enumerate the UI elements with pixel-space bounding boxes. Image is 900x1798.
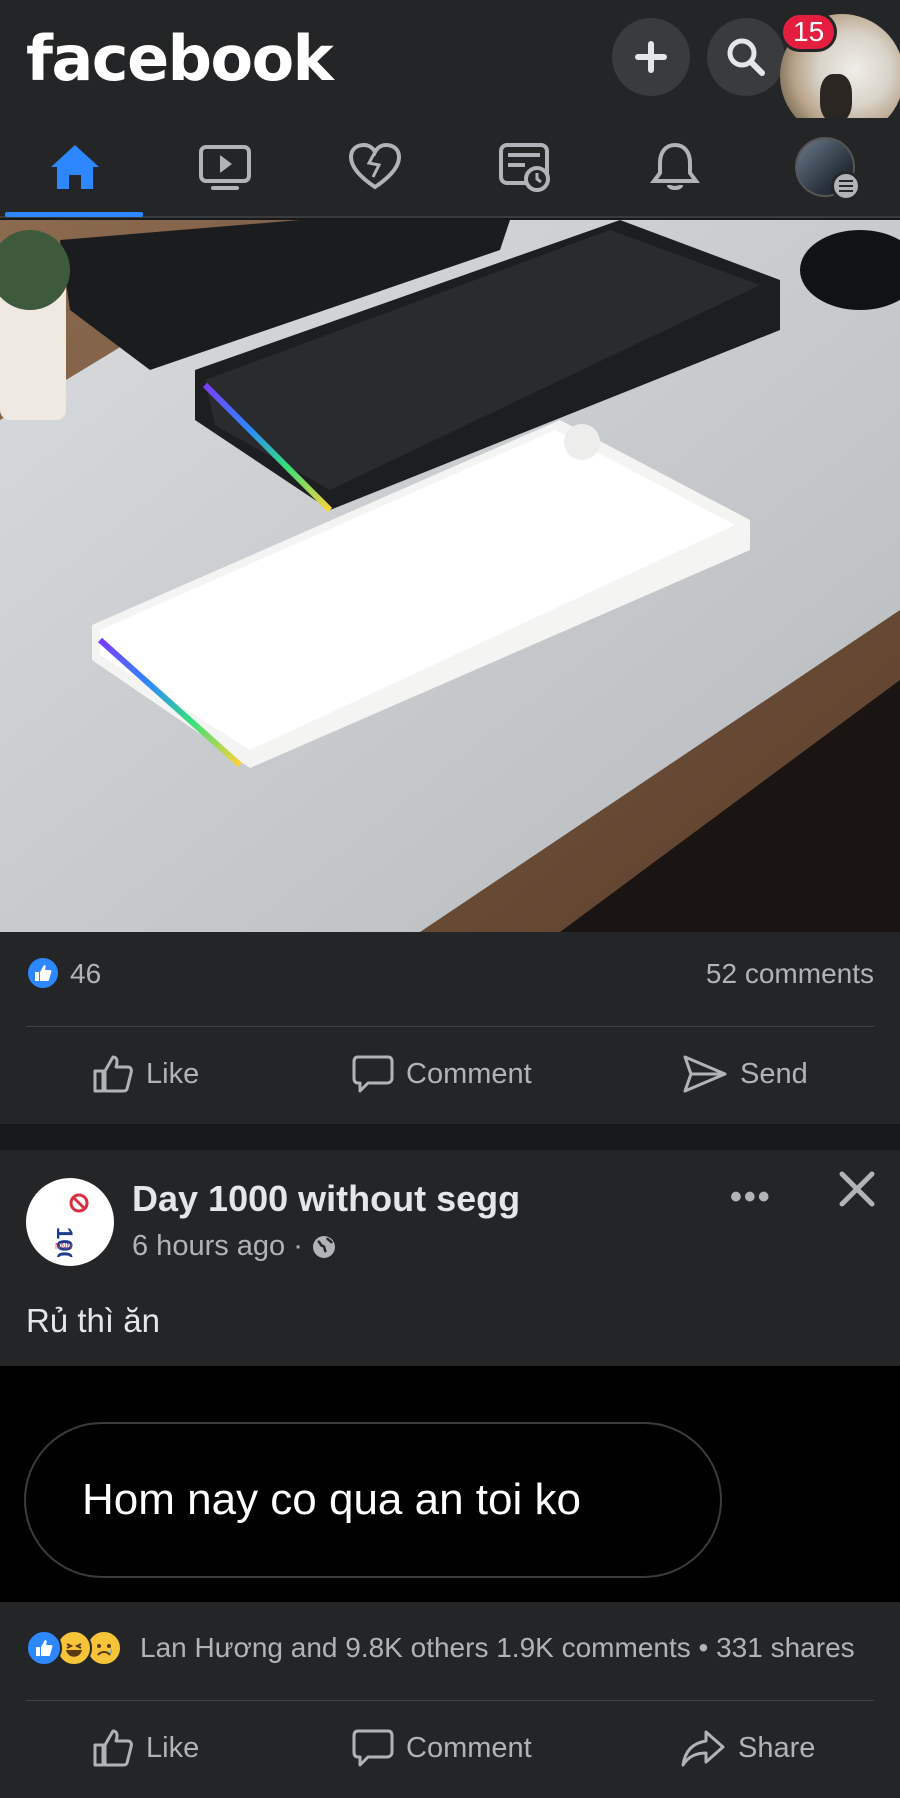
send-button[interactable]: Send bbox=[682, 1054, 808, 1094]
comment-label: Comment bbox=[406, 1057, 532, 1090]
reaction-icons[interactable] bbox=[26, 1630, 122, 1666]
active-tab-indicator bbox=[5, 212, 143, 217]
post-meta: 6 hours ago · bbox=[132, 1230, 337, 1263]
menu-avatar bbox=[795, 137, 861, 201]
like-label: Like bbox=[146, 1057, 200, 1090]
more-options-button[interactable]: ••• bbox=[730, 1178, 772, 1217]
comment-button[interactable]: Comment bbox=[352, 1054, 532, 1094]
share-button[interactable]: Share bbox=[680, 1728, 815, 1768]
hide-post-button[interactable] bbox=[836, 1168, 878, 1215]
add-icon bbox=[635, 41, 667, 73]
svg-text:NNN: NNN bbox=[55, 1242, 73, 1251]
divider bbox=[26, 1026, 874, 1027]
comment-button[interactable]: Comment bbox=[352, 1728, 532, 1768]
author-name[interactable]: Day 1000 without segg bbox=[132, 1178, 520, 1220]
avatar-photo bbox=[820, 74, 852, 122]
thumbs-up-icon bbox=[93, 1055, 133, 1093]
like-label: Like bbox=[146, 1731, 200, 1764]
thumbs-up-icon bbox=[93, 1729, 133, 1767]
post-text: Rủ thì ăn bbox=[26, 1302, 160, 1339]
like-reaction-icon bbox=[26, 956, 60, 990]
send-label: Send bbox=[740, 1057, 808, 1090]
feed-clock-icon bbox=[499, 143, 550, 192]
tab-dating[interactable] bbox=[305, 118, 445, 216]
feed-separator bbox=[0, 1124, 900, 1150]
close-icon bbox=[839, 1171, 875, 1207]
tab-marketplace[interactable] bbox=[455, 118, 595, 216]
menu-icon bbox=[831, 171, 861, 201]
home-icon bbox=[51, 145, 99, 189]
post-time[interactable]: 6 hours ago · bbox=[132, 1230, 303, 1263]
video-icon bbox=[199, 145, 251, 190]
post-footer: 46 52 comments Like Comment Send bbox=[0, 932, 900, 1124]
comment-icon bbox=[352, 1729, 394, 1767]
bell-icon bbox=[650, 142, 700, 190]
create-button[interactable] bbox=[612, 18, 690, 96]
like-count[interactable]: 46 bbox=[70, 958, 101, 990]
author-avatar[interactable]: 1000 NNN bbox=[26, 1178, 114, 1266]
comment-icon bbox=[352, 1055, 394, 1093]
keyboard-photo bbox=[0, 220, 900, 932]
like-button[interactable]: Like bbox=[92, 1054, 199, 1094]
reactions-summary[interactable]: Lan Hương and 9.8K others 1.9K comments … bbox=[140, 1632, 855, 1664]
comments-count[interactable]: 52 comments bbox=[706, 958, 874, 990]
notification-badge: 15 bbox=[780, 12, 838, 52]
facebook-logo[interactable]: facebook bbox=[26, 22, 334, 95]
send-icon bbox=[683, 1055, 727, 1093]
post-image[interactable] bbox=[0, 220, 900, 932]
post-media[interactable]: Hom nay co qua an toi ko bbox=[0, 1366, 900, 1602]
tab-home[interactable] bbox=[5, 118, 145, 216]
message-text: Hom nay co qua an toi ko bbox=[82, 1475, 581, 1524]
like-button[interactable]: Like bbox=[92, 1728, 199, 1768]
message-bubble: Hom nay co qua an toi ko bbox=[24, 1422, 722, 1578]
heart-icon bbox=[348, 142, 402, 190]
nav-tabs bbox=[0, 118, 900, 218]
top-bar: facebook 15 bbox=[0, 0, 900, 138]
comment-label: Comment bbox=[406, 1731, 532, 1764]
share-label: Share bbox=[738, 1731, 816, 1764]
like-reaction-icon bbox=[26, 1630, 62, 1666]
post-card: 1000 NNN Day 1000 without segg 6 hours a… bbox=[0, 1150, 900, 1798]
tab-menu[interactable] bbox=[755, 118, 895, 216]
divider bbox=[26, 1700, 874, 1701]
tab-notifications[interactable] bbox=[605, 118, 745, 216]
globe-icon bbox=[312, 1235, 335, 1258]
page-logo: 1000 NNN bbox=[52, 1193, 89, 1257]
search-icon bbox=[727, 38, 765, 76]
share-icon bbox=[681, 1730, 725, 1767]
search-button[interactable] bbox=[707, 18, 785, 96]
tab-video[interactable] bbox=[155, 118, 295, 216]
